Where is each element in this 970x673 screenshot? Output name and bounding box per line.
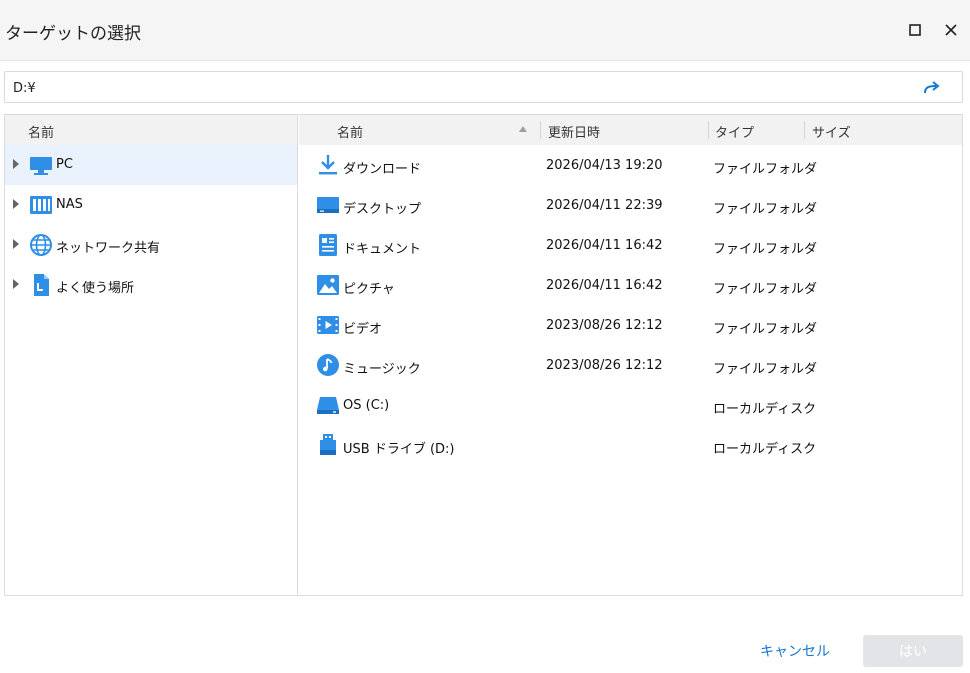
tree-header-label: 名前	[28, 126, 55, 141]
tree-item-label: PC	[56, 157, 73, 172]
file-type: ローカルディスク	[713, 402, 817, 417]
tree-item-favorites[interactable]: よく使う場所	[5, 265, 297, 305]
list-item[interactable]: OS (C:) ローカルディスク	[299, 385, 962, 425]
monitor-icon	[30, 157, 52, 175]
expand-arrow-icon[interactable]	[13, 279, 19, 289]
file-modified: 2023/08/26 12:12	[546, 318, 663, 333]
file-type: ファイルフォルダ	[713, 282, 818, 297]
tree-item-label: NAS	[56, 197, 83, 212]
tree-item-pc[interactable]: PC	[5, 145, 297, 185]
list-item[interactable]: ピクチャ 2026/04/11 16:42 ファイルフォルダ	[299, 265, 962, 305]
list-item[interactable]: ミュージック 2023/08/26 12:12 ファイルフォルダ	[299, 345, 962, 385]
file-type: ファイルフォルダ	[713, 322, 818, 337]
file-name: OS (C:)	[343, 398, 390, 413]
column-header-type[interactable]: タイプ	[715, 122, 754, 141]
column-header-name[interactable]: 名前	[337, 122, 363, 141]
tree-item-label: よく使う場所	[56, 281, 135, 296]
file-name: USB ドライブ (D:)	[343, 442, 455, 457]
column-divider[interactable]	[540, 121, 541, 139]
list-header: 名前 更新日時 タイプ サイズ	[299, 115, 962, 145]
file-type: ファイルフォルダ	[713, 202, 818, 217]
dialog-footer: キャンセル はい	[0, 596, 970, 673]
close-icon	[945, 24, 957, 36]
file-modified: 2026/04/13 19:20	[546, 158, 663, 173]
path-bar	[4, 71, 963, 103]
list-item[interactable]: ドキュメント 2026/04/11 16:42 ファイルフォルダ	[299, 225, 962, 265]
file-type: ファイルフォルダ	[713, 362, 818, 377]
video-icon	[317, 316, 339, 334]
path-input[interactable]	[13, 78, 893, 98]
tree-item-label: ネットワーク共有	[56, 241, 161, 256]
music-icon	[317, 354, 339, 376]
nas-icon	[30, 196, 52, 214]
file-modified: 2026/04/11 16:42	[546, 278, 663, 293]
document-icon	[319, 234, 337, 256]
expand-arrow-icon[interactable]	[13, 239, 19, 249]
sort-up-icon[interactable]	[519, 125, 527, 133]
list-item[interactable]: デスクトップ 2026/04/11 22:39 ファイルフォルダ	[299, 185, 962, 225]
file-modified: 2023/08/26 12:12	[546, 358, 663, 373]
file-list: 名前 更新日時 タイプ サイズ ダウンロード 2026/04/13 19:20 …	[299, 115, 962, 595]
file-type: ローカルディスク	[713, 442, 817, 457]
browser-panel: 名前 PC NAS ネットワーク共有 よく使う場所 名前 更新日時 タイプ サイ…	[4, 114, 963, 596]
expand-arrow-icon[interactable]	[13, 199, 19, 209]
file-type: ファイルフォルダ	[713, 162, 818, 177]
file-name: ミュージック	[343, 362, 421, 377]
globe-icon	[30, 234, 52, 256]
file-name: ダウンロード	[343, 162, 422, 177]
maximize-button[interactable]	[901, 16, 929, 44]
go-button[interactable]	[921, 79, 943, 97]
column-divider[interactable]	[708, 121, 709, 139]
file-name: ビデオ	[343, 322, 383, 337]
column-divider[interactable]	[804, 121, 805, 139]
picture-icon	[317, 275, 339, 295]
location-tree: 名前 PC NAS ネットワーク共有 よく使う場所	[5, 115, 298, 595]
tree-header: 名前	[5, 115, 297, 145]
redirect-arrow-icon	[924, 81, 940, 94]
ok-button[interactable]: はい	[863, 635, 963, 667]
file-modified: 2026/04/11 22:39	[546, 198, 663, 213]
list-item[interactable]: ダウンロード 2026/04/13 19:20 ファイルフォルダ	[299, 145, 962, 185]
list-item[interactable]: ビデオ 2023/08/26 12:12 ファイルフォルダ	[299, 305, 962, 345]
column-header-modified[interactable]: 更新日時	[548, 122, 600, 141]
hard-drive-icon	[317, 397, 339, 414]
expand-arrow-icon[interactable]	[13, 159, 19, 169]
list-item[interactable]: USB ドライブ (D:) ローカルディスク	[299, 425, 962, 465]
cancel-button[interactable]: キャンセル	[756, 636, 834, 666]
dialog-title: ターゲットの選択	[5, 24, 141, 44]
file-name: ドキュメント	[343, 242, 422, 257]
column-header-size[interactable]: サイズ	[812, 122, 851, 141]
bookmark-file-icon	[34, 274, 49, 296]
tree-item-nas[interactable]: NAS	[5, 185, 297, 225]
title-bar: ターゲットの選択	[0, 0, 970, 61]
maximize-icon	[909, 24, 921, 36]
close-button[interactable]	[937, 16, 965, 44]
tree-item-network-share[interactable]: ネットワーク共有	[5, 225, 297, 265]
file-type: ファイルフォルダ	[713, 242, 818, 257]
file-name: デスクトップ	[343, 202, 422, 217]
desktop-icon	[317, 197, 339, 213]
file-name: ピクチャ	[343, 282, 395, 297]
usb-drive-icon	[320, 434, 336, 455]
file-modified: 2026/04/11 16:42	[546, 238, 663, 253]
download-icon	[319, 155, 337, 175]
